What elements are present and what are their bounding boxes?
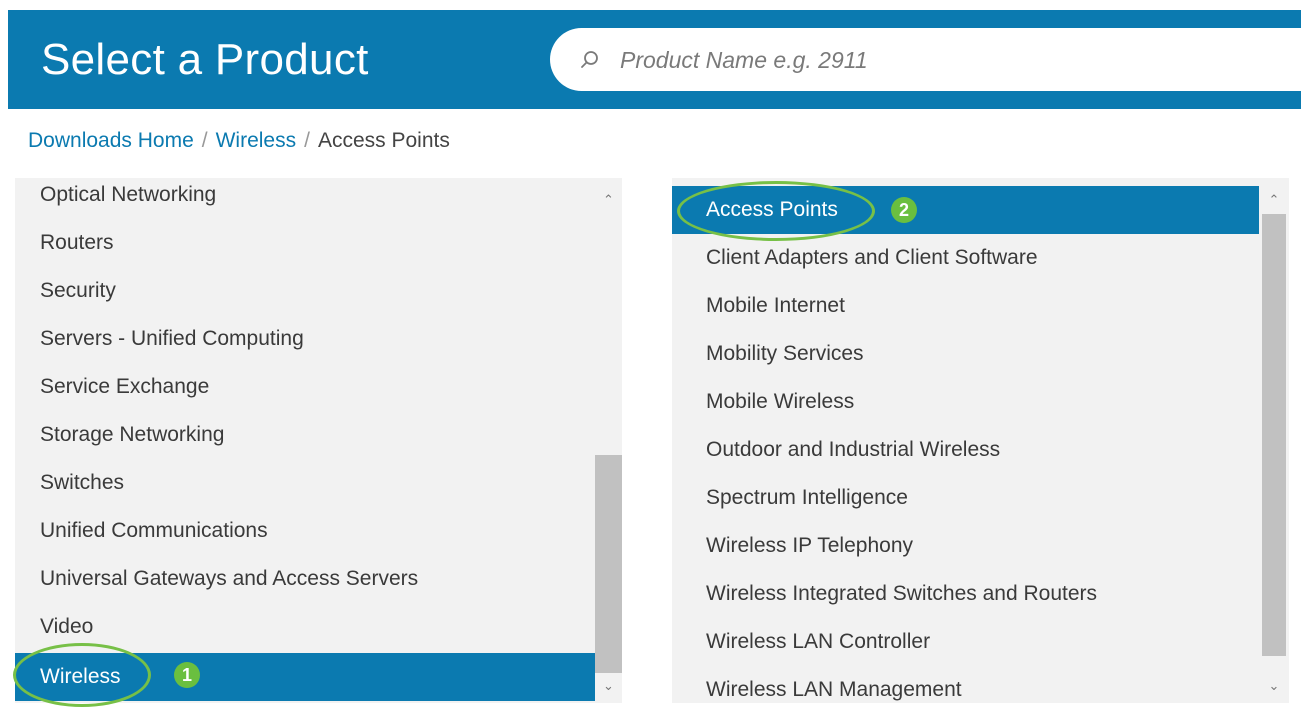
subcategory-item-mobile-internet[interactable]: Mobile Internet [672, 282, 1259, 330]
scroll-up-arrow-icon[interactable]: ⌃ [595, 192, 622, 208]
scroll-down-arrow-icon[interactable]: ⌄ [595, 678, 622, 694]
category-item-switches[interactable]: Switches [15, 459, 595, 507]
scroll-up-arrow-icon[interactable]: ⌃ [1259, 192, 1289, 208]
category-item-universal-gateways[interactable]: Universal Gateways and Access Servers [15, 555, 595, 603]
subcategory-item-wireless-lan-management[interactable]: Wireless LAN Management [672, 666, 1259, 703]
subcategory-item-wireless-integrated[interactable]: Wireless Integrated Switches and Routers [672, 570, 1259, 618]
breadcrumb-downloads-home[interactable]: Downloads Home [28, 129, 194, 152]
scroll-down-arrow-icon[interactable]: ⌄ [1259, 678, 1289, 694]
search-box[interactable] [550, 28, 1301, 91]
subcategory-list-panel[interactable]: Access Points Client Adapters and Client… [672, 178, 1289, 703]
page-title: Select a Product [41, 35, 369, 84]
category-item-service-exchange[interactable]: Service Exchange [15, 363, 595, 411]
breadcrumb-separator: / [201, 129, 208, 152]
subcategory-scrollbar[interactable]: ⌃ ⌄ [1259, 178, 1289, 703]
subcategory-item-client-adapters[interactable]: Client Adapters and Client Software [672, 234, 1259, 282]
subcategory-item-wireless-ip-telephony[interactable]: Wireless IP Telephony [672, 522, 1259, 570]
search-input[interactable] [618, 40, 1282, 80]
subcategory-item-outdoor-industrial[interactable]: Outdoor and Industrial Wireless [672, 426, 1259, 474]
page-header: Select a Product [8, 10, 1301, 109]
category-item-security[interactable]: Security [15, 267, 595, 315]
subcategory-item-spectrum-intelligence[interactable]: Spectrum Intelligence [672, 474, 1259, 522]
search-icon [581, 51, 598, 68]
breadcrumb: Downloads Home / Wireless / Access Points [28, 129, 450, 153]
breadcrumb-separator: / [304, 129, 310, 152]
subcategory-item-mobile-wireless[interactable]: Mobile Wireless [672, 378, 1259, 426]
subcategory-scroll-thumb[interactable] [1262, 214, 1286, 656]
wireless-highlight-circle [13, 643, 151, 707]
category-item-storage-networking[interactable]: Storage Networking [15, 411, 595, 459]
category-item-servers[interactable]: Servers - Unified Computing [15, 315, 595, 363]
step-badge-1: 1 [174, 662, 200, 688]
category-item-routers[interactable]: Routers [15, 219, 595, 267]
subcategory-item-mobility-services[interactable]: Mobility Services [672, 330, 1259, 378]
category-item-unified-communications[interactable]: Unified Communications [15, 507, 595, 555]
step-badge-2: 2 [891, 197, 917, 223]
category-item-optical-networking[interactable]: Optical Networking [15, 178, 595, 219]
category-scrollbar[interactable]: ⌃ ⌄ [595, 178, 622, 703]
breadcrumb-wireless[interactable]: Wireless [216, 129, 297, 152]
category-scroll-thumb[interactable] [595, 455, 622, 673]
breadcrumb-current: Access Points [317, 129, 450, 152]
category-list-panel[interactable]: Optical Networking Routers Security Serv… [15, 178, 622, 703]
subcategory-item-wireless-lan-controller[interactable]: Wireless LAN Controller [672, 618, 1259, 666]
access-points-highlight-circle [677, 181, 875, 241]
